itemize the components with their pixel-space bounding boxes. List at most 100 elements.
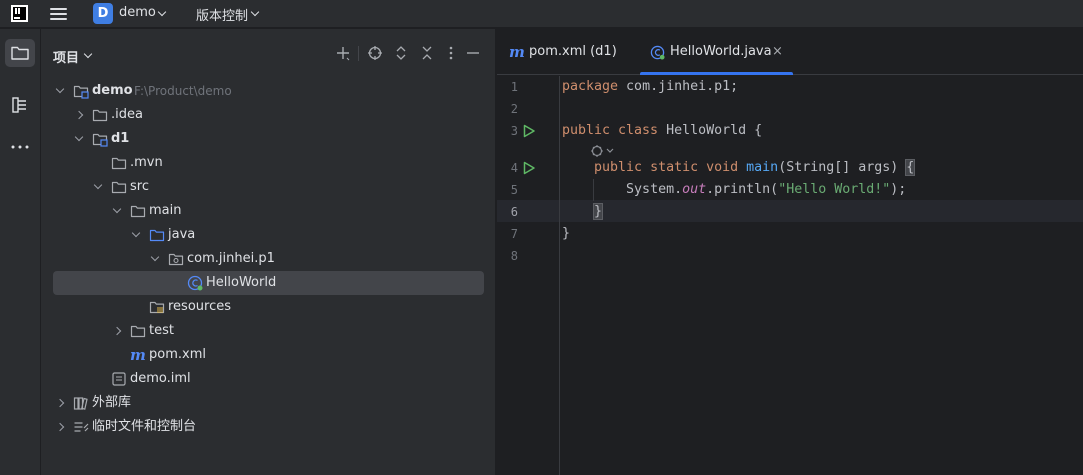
scratches-icon (73, 419, 89, 435)
code-line-3: public class HelloWorld { (562, 123, 763, 138)
chevron-down-icon[interactable] (157, 7, 167, 17)
tree-item-label: test (149, 323, 174, 338)
expand-all-icon[interactable] (393, 45, 409, 61)
chevron-down-icon[interactable] (112, 204, 122, 214)
tree-item[interactable]: .mvn (53, 151, 484, 175)
tree-item[interactable]: m pom.xml (53, 343, 484, 367)
chevron-down-icon[interactable] (250, 7, 260, 17)
run-icon[interactable] (522, 161, 536, 175)
tree-item[interactable]: java (53, 223, 484, 247)
hide-icon[interactable] (465, 45, 481, 61)
tool-window-strip (0, 29, 41, 475)
folder-icon (130, 203, 146, 219)
line-number: 7 (510, 227, 518, 241)
chevron-right-icon[interactable] (55, 398, 65, 408)
line-number: 5 (510, 183, 518, 197)
tree-item[interactable]: com.jinhei.p1 (53, 247, 484, 271)
tree-item-label: .mvn (130, 155, 163, 170)
chevron-down-icon[interactable] (74, 132, 84, 142)
project-panel: 项目 demo F:\Product\demo .idea d1 .mvn src main… (41, 29, 496, 475)
tree-item-label: com.jinhei.p1 (187, 251, 275, 266)
structure-tool-button[interactable] (5, 91, 35, 119)
vcs-menu[interactable]: 版本控制 (196, 5, 248, 24)
tree-item[interactable]: test (53, 319, 484, 343)
tree-item-label: demo (92, 83, 133, 98)
tree-item[interactable]: 临时文件和控制台 (53, 415, 484, 439)
maven-icon: m (509, 43, 525, 61)
locate-icon[interactable] (367, 45, 383, 61)
tree-item[interactable]: main (53, 199, 484, 223)
tab-label: HelloWorld.java (670, 44, 772, 59)
tree-item[interactable]: 外部库 (53, 391, 484, 415)
tree-item-path: F:\Product\demo (134, 84, 232, 98)
tree-item-label: main (149, 203, 182, 218)
close-icon[interactable]: × (772, 29, 783, 75)
project-badge[interactable]: D (93, 3, 113, 24)
chevron-right-icon[interactable] (55, 422, 65, 432)
java-class-icon (187, 275, 203, 291)
source-folder-icon (149, 227, 165, 243)
tree-item[interactable]: demo.iml (53, 367, 484, 391)
editor-area: m pom.xml (d1) HelloWorld.java × 1 2 3 4 5 6 7… (497, 29, 1083, 475)
line-number: 1 (510, 80, 518, 94)
tree-item-label: src (130, 179, 149, 194)
tree-item-label: resources (168, 299, 232, 314)
tree-item-label: 外部库 (92, 395, 132, 410)
tree-item[interactable]: d1 (53, 127, 484, 151)
chevron-right-icon[interactable] (112, 326, 122, 336)
java-class-icon (650, 45, 665, 60)
tree-item-label: java (168, 227, 196, 242)
line-number: 8 (510, 249, 518, 263)
run-icon[interactable] (522, 124, 536, 138)
title-bar: D demo 版本控制 (0, 0, 1083, 28)
library-icon (73, 395, 89, 411)
tree-item-label: .idea (111, 107, 143, 122)
package-icon (168, 251, 184, 267)
line-number: 2 (510, 102, 518, 116)
code-line-1: package com.jinhei.p1; (562, 79, 739, 94)
project-tool-button[interactable] (5, 39, 35, 67)
module-folder-icon (73, 83, 89, 99)
chevron-down-icon[interactable] (55, 84, 65, 94)
tree-item-label: 临时文件和控制台 (92, 419, 197, 434)
code-line-4: public static void main(String[] args) { (594, 159, 916, 176)
code-area[interactable]: package com.jinhei.p1; public class Hell… (559, 76, 1083, 475)
chevron-down-icon[interactable] (131, 228, 141, 238)
more-tool-button[interactable] (5, 132, 35, 160)
project-name[interactable]: demo (119, 5, 156, 20)
folder-icon (111, 179, 127, 195)
panel-actions (335, 45, 485, 63)
tree-item[interactable]: .idea (53, 103, 484, 127)
tab-pom-xml[interactable]: m pom.xml (d1) (509, 29, 635, 75)
editor-gutter: 1 2 3 4 5 6 7 8 (497, 76, 559, 475)
add-icon[interactable] (335, 45, 351, 61)
chevron-down-icon[interactable] (150, 252, 160, 262)
collapse-all-icon[interactable] (419, 45, 435, 61)
more-icon (11, 145, 29, 149)
panel-title[interactable]: 项目 (53, 47, 79, 66)
line-number: 6 (510, 205, 518, 219)
tree-item-label: HelloWorld (206, 275, 277, 290)
code-line-7: } (562, 226, 571, 241)
chevron-right-icon[interactable] (74, 110, 84, 120)
folder-icon (130, 323, 146, 339)
options-icon[interactable] (443, 45, 459, 61)
main-menu-icon[interactable] (50, 7, 67, 21)
folder-icon (92, 107, 108, 123)
tree-item-label: demo.iml (130, 371, 191, 386)
module-folder-icon (92, 131, 108, 147)
tab-label: pom.xml (d1) (529, 44, 617, 59)
tab-helloworld-java[interactable]: HelloWorld.java × (640, 29, 793, 75)
chevron-down-icon[interactable] (93, 180, 103, 190)
line-number: 3 (510, 124, 518, 138)
tree-item[interactable]: resources (53, 295, 484, 319)
intellij-logo-icon[interactable] (11, 5, 28, 22)
tree-item[interactable]: HelloWorld (53, 271, 484, 295)
resources-folder-icon (149, 299, 165, 315)
tree-item[interactable]: src (53, 175, 484, 199)
tree-item[interactable]: demo F:\Product\demo (53, 79, 484, 103)
folder-icon (111, 155, 127, 171)
editor-tab-bar: m pom.xml (d1) HelloWorld.java × (497, 29, 1083, 75)
chevron-down-icon[interactable] (83, 49, 93, 59)
structure-icon (12, 97, 26, 113)
